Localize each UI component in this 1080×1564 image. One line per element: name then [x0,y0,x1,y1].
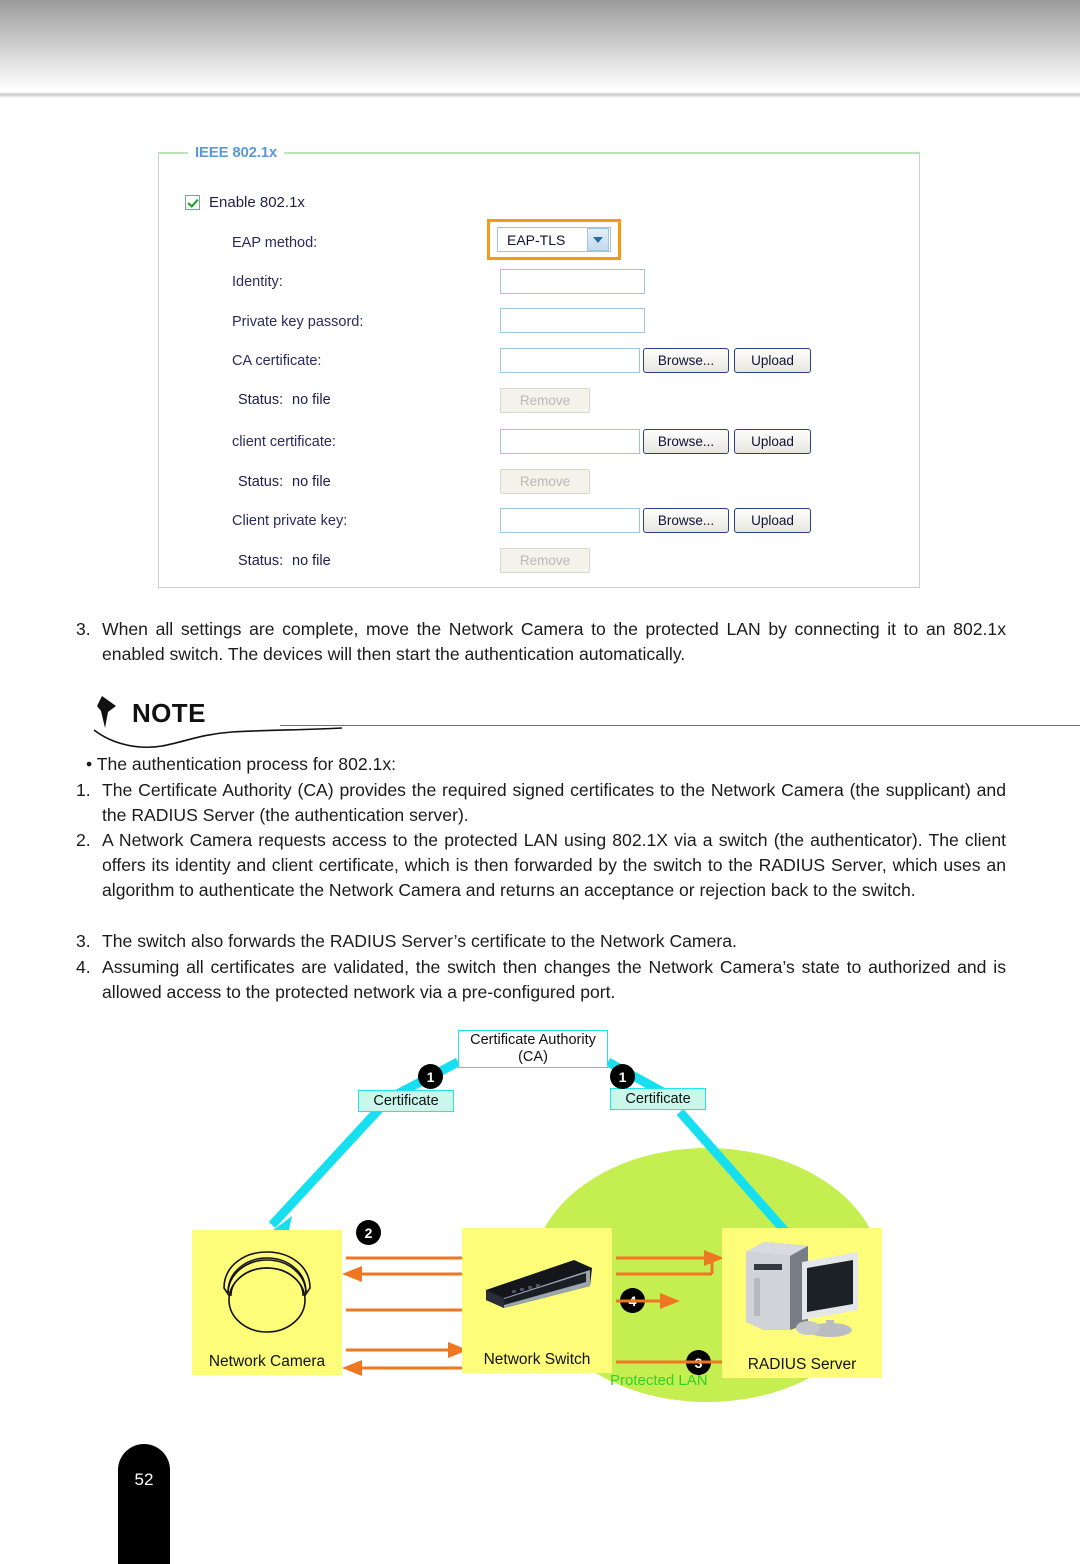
note-item-2: 2. A Network Camera requests access to t… [76,828,1006,903]
note-item-1-text: The Certificate Authority (CA) provides … [102,780,1006,825]
network-camera-caption: Network Camera [208,1353,326,1370]
note-item-1-number: 1. [76,780,91,800]
identity-input[interactable] [500,269,645,294]
step-3-text: When all settings are complete, move the… [102,619,1006,664]
page-number: 52 [134,1470,154,1489]
note-divider [280,725,1080,726]
eap-method-value: EAP-TLS [507,231,566,248]
page-number-tab: 52 [118,1444,170,1564]
network-camera-node: Network Camera [192,1230,342,1375]
page-header-rule [0,92,1080,98]
network-switch-node: Network Switch [462,1228,612,1373]
key-status-label: Status: [238,553,284,569]
client-certificate-browse-button[interactable]: Browse... [643,429,729,454]
client-private-key-input[interactable] [500,508,640,533]
client-private-key-browse-button[interactable]: Browse... [643,508,729,533]
note-item-2-number: 2. [76,830,91,850]
protected-lan-label: Protected LAN [610,1372,708,1389]
client-private-key-upload-button[interactable]: Upload [734,508,811,533]
radius-server-node: RADIUS Server [722,1228,882,1378]
radius-server-caption: RADIUS Server [747,1356,857,1373]
client-certificate-upload-button[interactable]: Upload [734,429,811,454]
client-private-key-label: Client private key: [232,513,348,529]
eap-method-select[interactable]: EAP-TLS [497,227,611,252]
client-private-key-remove-button: Remove [500,548,590,573]
note-header: NOTE [93,696,1080,749]
private-key-password-input[interactable] [500,308,645,333]
note-item-1: 1. The Certificate Authority (CA) provid… [76,778,1006,828]
fieldset-legend: IEEE 802.1x [188,144,285,161]
enable-8021x-label: Enable 802.1x [209,194,305,211]
note-item-4-text: Assuming all certificates are validated,… [102,957,1006,1002]
ca-status-label: Status: [238,392,284,408]
network-switch-icon [486,1260,592,1308]
ca-certificate-browse-button[interactable]: Browse... [643,348,729,373]
step-3-number: 3. [76,619,91,639]
client-certificate-input[interactable] [500,429,640,454]
ca-certificate-upload-button[interactable]: Upload [734,348,811,373]
client-status-label: Status: [238,474,284,490]
radius-server-icon [746,1242,858,1337]
note-item-4: 4. Assuming all certificates are validat… [76,955,1006,1005]
note-underline-swash [93,727,343,749]
enable-8021x-row[interactable]: Enable 802.1x [185,194,305,211]
client-status-value: no file [292,474,331,490]
identity-label: Identity: [232,274,283,290]
ca-status-value: no file [292,392,331,408]
ca-certificate-input[interactable] [500,348,640,373]
note-item-4-number: 4. [76,957,91,977]
enable-8021x-checkbox[interactable] [185,195,200,210]
key-status-value: no file [292,553,331,569]
client-certificate-label: client certificate: [232,434,336,450]
ca-certificate-remove-button: Remove [500,388,590,413]
chevron-down-icon[interactable] [587,228,609,251]
step-3-paragraph: 3. When all settings are complete, move … [76,617,1006,667]
ca-certificate-label: CA certificate: [232,353,322,369]
note-item-2-text: A Network Camera requests access to the … [102,830,1006,900]
page-header-band [0,0,1080,92]
dome-camera-icon [223,1251,311,1333]
eap-method-label: EAP method: [232,235,318,251]
note-item-3-text: The switch also forwards the RADIUS Serv… [102,931,737,951]
private-key-password-label: Private key passord: [232,314,364,330]
client-certificate-remove-button: Remove [500,469,590,494]
note-item-3: 3. The switch also forwards the RADIUS S… [76,929,1006,954]
network-switch-caption: Network Switch [483,1351,591,1368]
note-item-3-number: 3. [76,931,91,951]
note-bullet-line: • The authentication process for 802.1x: [86,754,397,774]
authentication-flow-diagram: Certificate Authority (CA) Certificate C… [150,1020,950,1420]
